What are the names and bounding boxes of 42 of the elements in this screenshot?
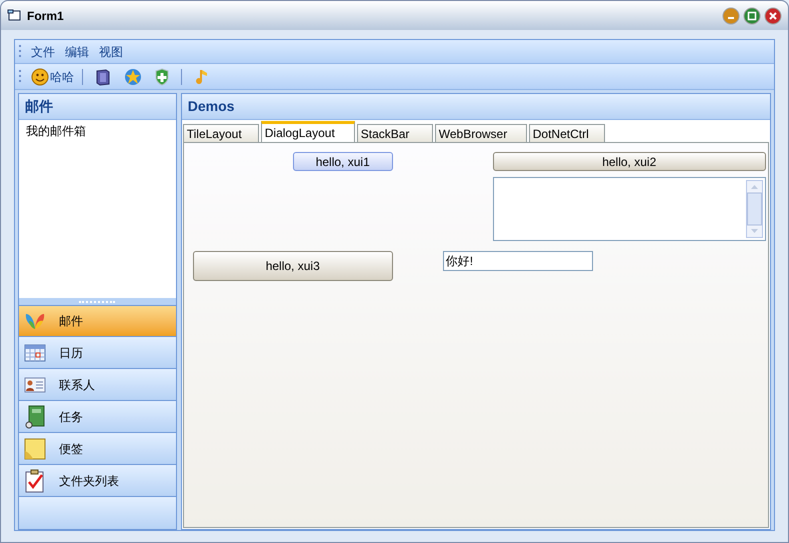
tab[interactable]: DotNetCtrl [528,124,605,142]
nav-item[interactable]: 日历 [19,337,176,369]
hello-button[interactable]: hello, xui2 [492,152,766,171]
menu-item[interactable]: 文件 [31,42,55,60]
nav-item[interactable]: 文件夹列表 [19,465,176,497]
grip-icon [19,45,22,58]
window-title: Form1 [27,8,64,24]
close-button[interactable] [764,6,782,24]
toolbar-button[interactable]: 哈哈 [31,68,74,86]
nav-item[interactable]: 任务 [19,401,176,433]
smiley-icon [31,68,49,86]
pane-title: Demos [188,97,234,116]
nav-item[interactable]: 便签 [19,433,176,465]
pane-title: 邮件 [25,97,53,116]
menu-item[interactable]: 编辑 [65,42,89,60]
tab[interactable]: WebBrowser [434,124,527,142]
nav-item[interactable]: 联系人 [19,369,176,401]
scrollbar[interactable] [746,180,763,238]
splitter-handle[interactable] [19,298,176,305]
hello-button[interactable]: hello, xui1 [292,152,393,171]
nav-item[interactable]: 邮件 [19,305,176,337]
tab[interactable]: TileLayout [182,124,259,142]
star-globe-icon[interactable] [124,68,142,86]
window-icon [7,9,21,22]
notebook-icon [25,404,45,428]
contact-card-icon [24,376,46,394]
book-icon[interactable] [94,68,112,86]
butterfly-icon [24,311,46,331]
maximize-button[interactable] [743,6,761,24]
grip-icon [19,70,22,83]
sticky-note-icon [24,438,46,460]
calendar-icon [24,344,46,362]
clipboard-check-icon [25,468,45,492]
tab[interactable]: StackBar [356,124,433,142]
tab[interactable]: DialogLayout [260,121,355,142]
minimize-button[interactable] [722,6,740,24]
menu-item[interactable]: 视图 [99,42,123,60]
text-area[interactable] [492,177,766,241]
music-note-icon[interactable] [193,68,209,86]
shield-icon[interactable] [154,68,170,86]
folder-item[interactable]: 我的邮件箱 [26,122,169,140]
hello-button[interactable]: hello, xui3 [192,251,393,281]
